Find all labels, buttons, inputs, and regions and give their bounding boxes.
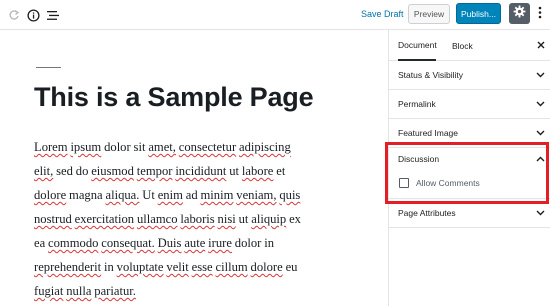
chevron-down-icon xyxy=(535,208,545,218)
panel-label: Featured Image xyxy=(398,128,459,138)
chevron-down-icon xyxy=(535,99,545,109)
list-view-icon[interactable] xyxy=(44,6,62,24)
allow-comments-checkbox[interactable] xyxy=(399,178,409,188)
panel-label: Status & Visibility xyxy=(398,70,464,80)
chevron-down-icon xyxy=(535,70,545,80)
tab-block[interactable]: Block xyxy=(452,30,473,61)
sidebar-tabs: Document Block xyxy=(389,30,550,61)
paragraph-line: ea commodo consequat. Duis aute irure do… xyxy=(34,236,275,250)
settings-button[interactable] xyxy=(509,3,530,24)
panel-label: Discussion xyxy=(398,154,440,164)
paragraph-line: reprehenderit in voluptate velit esse ci… xyxy=(34,260,298,274)
panel-discussion[interactable]: Discussion xyxy=(389,146,550,172)
more-vertical-icon xyxy=(538,6,542,24)
tab-document[interactable]: Document xyxy=(398,30,437,61)
panel-status-visibility[interactable]: Status & Visibility xyxy=(389,61,550,90)
chevron-down-icon xyxy=(535,128,545,138)
save-draft-button[interactable]: Save Draft xyxy=(361,9,404,19)
panel-permalink[interactable]: Permalink xyxy=(389,90,550,119)
gear-icon xyxy=(513,5,526,23)
title-separator xyxy=(36,67,61,68)
paragraph-line: Lorem ipsum dolor sit amet, consectetur … xyxy=(34,140,291,154)
panel-label: Permalink xyxy=(398,99,436,109)
paragraph-line: elit, sed do eiusmod tempor incididunt u… xyxy=(34,164,286,178)
redo-icon[interactable] xyxy=(5,6,23,24)
more-options-button[interactable] xyxy=(534,6,546,24)
discussion-panel-body: Allow Comments xyxy=(389,172,550,198)
preview-button[interactable]: Preview xyxy=(408,4,450,24)
publish-button[interactable]: Publish... xyxy=(456,3,501,24)
paragraph-line: nostrud exercitation ullamco laboris nis… xyxy=(34,212,301,226)
page-title[interactable]: This is a Sample Page xyxy=(34,82,314,113)
allow-comments-label[interactable]: Allow Comments xyxy=(416,178,480,188)
info-icon[interactable] xyxy=(24,6,42,24)
settings-sidebar: Document Block Status & Visibility Perma… xyxy=(388,30,550,306)
panel-page-attributes[interactable]: Page Attributes xyxy=(389,198,550,228)
panel-featured-image[interactable]: Featured Image xyxy=(389,119,550,148)
editor-toolbar: Save Draft Preview Publish... xyxy=(0,0,550,30)
editor-canvas: This is a Sample Page Lorem ipsum dolor … xyxy=(0,31,388,306)
chevron-up-icon xyxy=(535,154,545,164)
paragraph-line: dolore magna aliqua. Ut enim ad minim ve… xyxy=(34,188,301,202)
panel-label: Page Attributes xyxy=(398,208,456,218)
paragraph-line: fugiat nulla pariatur. xyxy=(34,284,136,298)
close-icon[interactable] xyxy=(535,39,547,51)
paragraph-block[interactable]: Lorem ipsum dolor sit amet, consectetur … xyxy=(34,135,310,303)
